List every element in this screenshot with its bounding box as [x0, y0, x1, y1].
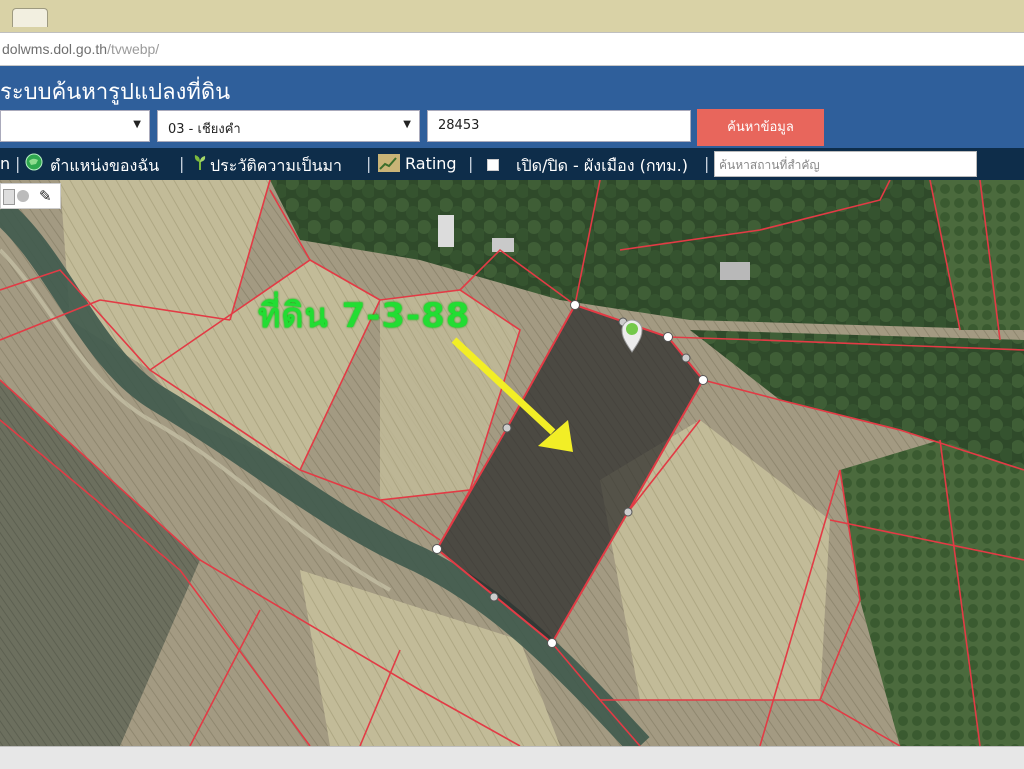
chevron-down-icon: ▼	[133, 119, 141, 130]
globe-icon	[25, 153, 43, 175]
toolbar-item-home[interactable]: n	[0, 154, 10, 173]
district-select[interactable]: 03 - เชียงคำ ▼	[157, 110, 420, 142]
url-domain: dolwms.dol.go.th	[2, 41, 108, 57]
parcel-number-value: 28453	[438, 118, 480, 133]
app-title: ระบบค้นหารูปแปลงที่ดิน	[0, 80, 231, 105]
sprout-icon	[193, 153, 207, 175]
district-select-value: 03 - เชียงคำ	[168, 122, 241, 137]
map-controls: ✎	[0, 183, 61, 209]
toolbar-separator: |	[468, 154, 474, 173]
circle-tool-icon[interactable]	[17, 190, 29, 202]
url-path: /tvwebp/	[107, 41, 160, 57]
my-location-button[interactable]: ตำแหน่งของฉัน	[50, 154, 159, 179]
browser-tab-strip	[0, 0, 1024, 32]
map-canvas[interactable]	[0, 180, 1024, 746]
building	[438, 215, 454, 247]
parcel-number-input[interactable]: 28453	[427, 110, 691, 142]
building	[492, 238, 514, 252]
search-button[interactable]: ค้นหาข้อมูล	[697, 109, 824, 146]
province-select[interactable]: ▼	[0, 110, 150, 142]
toolbar-separator: |	[366, 154, 372, 173]
place-search-input[interactable]: ค้นหาสถานที่สำคัญ	[714, 151, 977, 177]
city-plan-toggle[interactable]: เปิด/ปิด - ผังเมือง (กทม.)	[516, 154, 688, 179]
chevron-down-icon: ▼	[403, 119, 411, 130]
layer-square-icon[interactable]	[3, 189, 15, 205]
address-bar[interactable]: dolwms.dol.go.th/tvwebp/	[0, 32, 1024, 66]
toolbar-separator: |	[179, 154, 185, 173]
browser-status-bar	[0, 746, 1024, 769]
browser-tab[interactable]	[12, 8, 48, 27]
draw-tool-icon[interactable]: ✎	[39, 187, 52, 205]
city-plan-checkbox[interactable]	[487, 156, 499, 175]
satellite-map[interactable]: ที่ดิน 7-3-88	[0, 180, 1024, 746]
address-url[interactable]: dolwms.dol.go.th/tvwebp/	[2, 41, 159, 57]
history-button[interactable]: ประวัติความเป็นมา	[210, 154, 342, 179]
building	[720, 262, 750, 280]
rating-button[interactable]: Rating	[405, 154, 457, 173]
chart-icon	[378, 154, 400, 176]
toolbar-separator: |	[15, 154, 21, 173]
toolbar-separator: |	[704, 154, 710, 173]
parcel-area-label: ที่ดิน 7-3-88	[258, 296, 471, 336]
